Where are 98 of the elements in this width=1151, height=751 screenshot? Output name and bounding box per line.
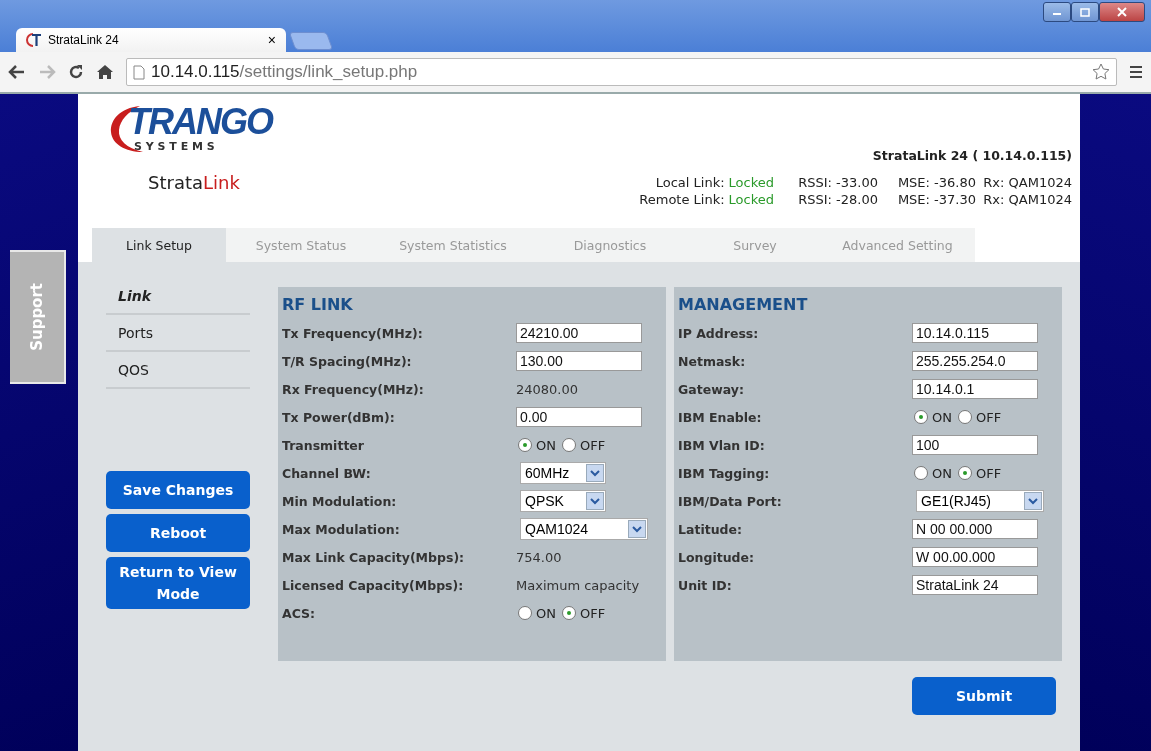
field-label: IBM/Data Port:	[678, 493, 783, 509]
caret-icon	[628, 520, 646, 538]
dropdown[interactable]: 60MHz	[520, 462, 606, 484]
close-icon	[1117, 7, 1127, 17]
caret-icon	[586, 492, 604, 510]
radio-button[interactable]	[561, 438, 576, 452]
field-label: ACS:	[282, 605, 317, 621]
link-status: Local Link: Locked	[654, 175, 774, 190]
field-label: Transmitter	[282, 437, 365, 453]
field-label: Licensed Capacity(Mbps):	[282, 577, 465, 593]
field-label: Longitude:	[678, 549, 755, 565]
rssi-reading: RSSI: -28.00	[797, 192, 878, 207]
radio-button[interactable]	[957, 410, 972, 424]
radio-button[interactable]	[561, 606, 576, 620]
maximize-icon	[1080, 7, 1090, 17]
browser-tab[interactable]: StrataLink 24 ×	[16, 28, 286, 52]
submit-button[interactable]: Submit	[912, 677, 1056, 715]
field-label: IBM Enable:	[678, 409, 763, 425]
home-icon[interactable]	[96, 64, 114, 80]
radio-button[interactable]	[914, 466, 928, 480]
text-field[interactable]: 24210.00	[516, 323, 642, 343]
panel-title: MANAGEMENT	[678, 295, 809, 316]
nav-tab[interactable]: Link Setup	[92, 228, 226, 262]
back-icon[interactable]	[8, 64, 26, 80]
field-label: Netmask:	[678, 353, 747, 369]
text-field[interactable]: 10.14.0.1	[912, 379, 1038, 399]
star-icon[interactable]	[1092, 63, 1110, 81]
close-icon[interactable]: ×	[267, 32, 276, 48]
text-field[interactable]: 100	[912, 435, 1038, 455]
reload-icon[interactable]	[68, 64, 84, 80]
caret-icon	[586, 464, 604, 482]
menu-item[interactable]: QOS	[106, 352, 250, 389]
radio-button[interactable]	[518, 438, 532, 452]
close-button[interactable]	[1099, 2, 1145, 22]
rssi-reading: RSSI: -33.00	[797, 175, 878, 190]
url-path: /settings/link_setup.php	[239, 62, 418, 82]
field-label: IBM Tagging:	[678, 465, 771, 481]
link-status: Remote Link: Locked	[639, 192, 774, 207]
field-label: Max Link Capacity(Mbps):	[282, 549, 466, 565]
logo-tagline: S Y S T E M S	[134, 139, 216, 153]
action-button[interactable]: Reboot	[106, 514, 250, 552]
radio-button[interactable]	[518, 606, 532, 620]
field-label: Tx Frequency(MHz):	[282, 325, 424, 341]
menu-item[interactable]: Link	[106, 278, 250, 315]
text-field[interactable]: 130.00	[516, 351, 642, 371]
field-label: Rx Frequency(MHz):	[282, 381, 425, 397]
radio-label: ON	[932, 409, 952, 425]
menu-icon[interactable]	[1129, 65, 1143, 79]
field-value: 24080.00	[516, 381, 579, 397]
mse-reading: MSE: -37.30	[896, 192, 976, 207]
text-field[interactable]: 10.14.0.115	[912, 323, 1038, 343]
rx-reading: Rx: QAM1024	[982, 192, 1072, 207]
text-field[interactable]: 255.255.254.0	[912, 351, 1038, 371]
field-label: Tx Power(dBm):	[282, 409, 396, 425]
field-label: Max Modulation:	[282, 521, 401, 537]
field-value: Maximum capacity	[516, 577, 640, 593]
radio-label: OFF	[975, 409, 1002, 425]
text-field[interactable]: StrataLink 24	[912, 575, 1038, 595]
action-button[interactable]: Return to View Mode	[106, 557, 250, 609]
menu-item[interactable]: Ports	[106, 315, 250, 352]
dropdown[interactable]: QAM1024	[520, 518, 648, 540]
field-label: Latitude:	[678, 521, 743, 537]
radio-label: OFF	[579, 605, 606, 621]
address-bar[interactable]: 10.14.0.115/settings/link_setup.php	[126, 58, 1117, 86]
minimize-button[interactable]	[1043, 2, 1071, 22]
mse-reading: MSE: -36.80	[896, 175, 976, 190]
radio-button[interactable]	[957, 466, 972, 480]
field-value: 754.00	[516, 549, 562, 565]
dropdown[interactable]: GE1(RJ45)	[916, 490, 1044, 512]
maximize-button[interactable]	[1071, 2, 1099, 22]
rx-reading: Rx: QAM1024	[982, 175, 1072, 190]
field-label: Unit ID:	[678, 577, 733, 593]
logo-icon	[26, 33, 42, 47]
radio-label: OFF	[975, 465, 1002, 481]
field-label: Min Modulation:	[282, 493, 398, 509]
text-field[interactable]: 0.00	[516, 407, 642, 427]
radio-label: OFF	[579, 437, 606, 453]
field-label: Channel BW:	[282, 465, 372, 481]
url-host: 10.14.0.115	[151, 62, 240, 82]
field-label: Gateway:	[678, 381, 745, 397]
radio-label: ON	[536, 437, 556, 453]
field-label: IBM Vlan ID:	[678, 437, 766, 453]
text-field[interactable]: N 00 00.000	[912, 519, 1038, 539]
logo-wordmark: TRANGO	[128, 103, 272, 140]
text-field[interactable]: W 00.00.000	[912, 547, 1038, 567]
dropdown[interactable]: QPSK	[520, 490, 606, 512]
field-label: T/R Spacing(MHz):	[282, 353, 413, 369]
radio-button[interactable]	[914, 410, 928, 424]
field-label: IP Address:	[678, 325, 760, 341]
radio-label: ON	[536, 605, 556, 621]
product-name: StrataLink	[148, 172, 241, 193]
panel-title: RF LINK	[282, 295, 354, 316]
page-icon	[133, 64, 145, 80]
tab-title: StrataLink 24	[48, 33, 120, 47]
caret-icon	[1024, 492, 1042, 510]
device-title: StrataLink 24 ( 10.14.0.115)	[872, 148, 1072, 163]
radio-label: ON	[932, 465, 952, 481]
action-button[interactable]: Save Changes	[106, 471, 250, 509]
